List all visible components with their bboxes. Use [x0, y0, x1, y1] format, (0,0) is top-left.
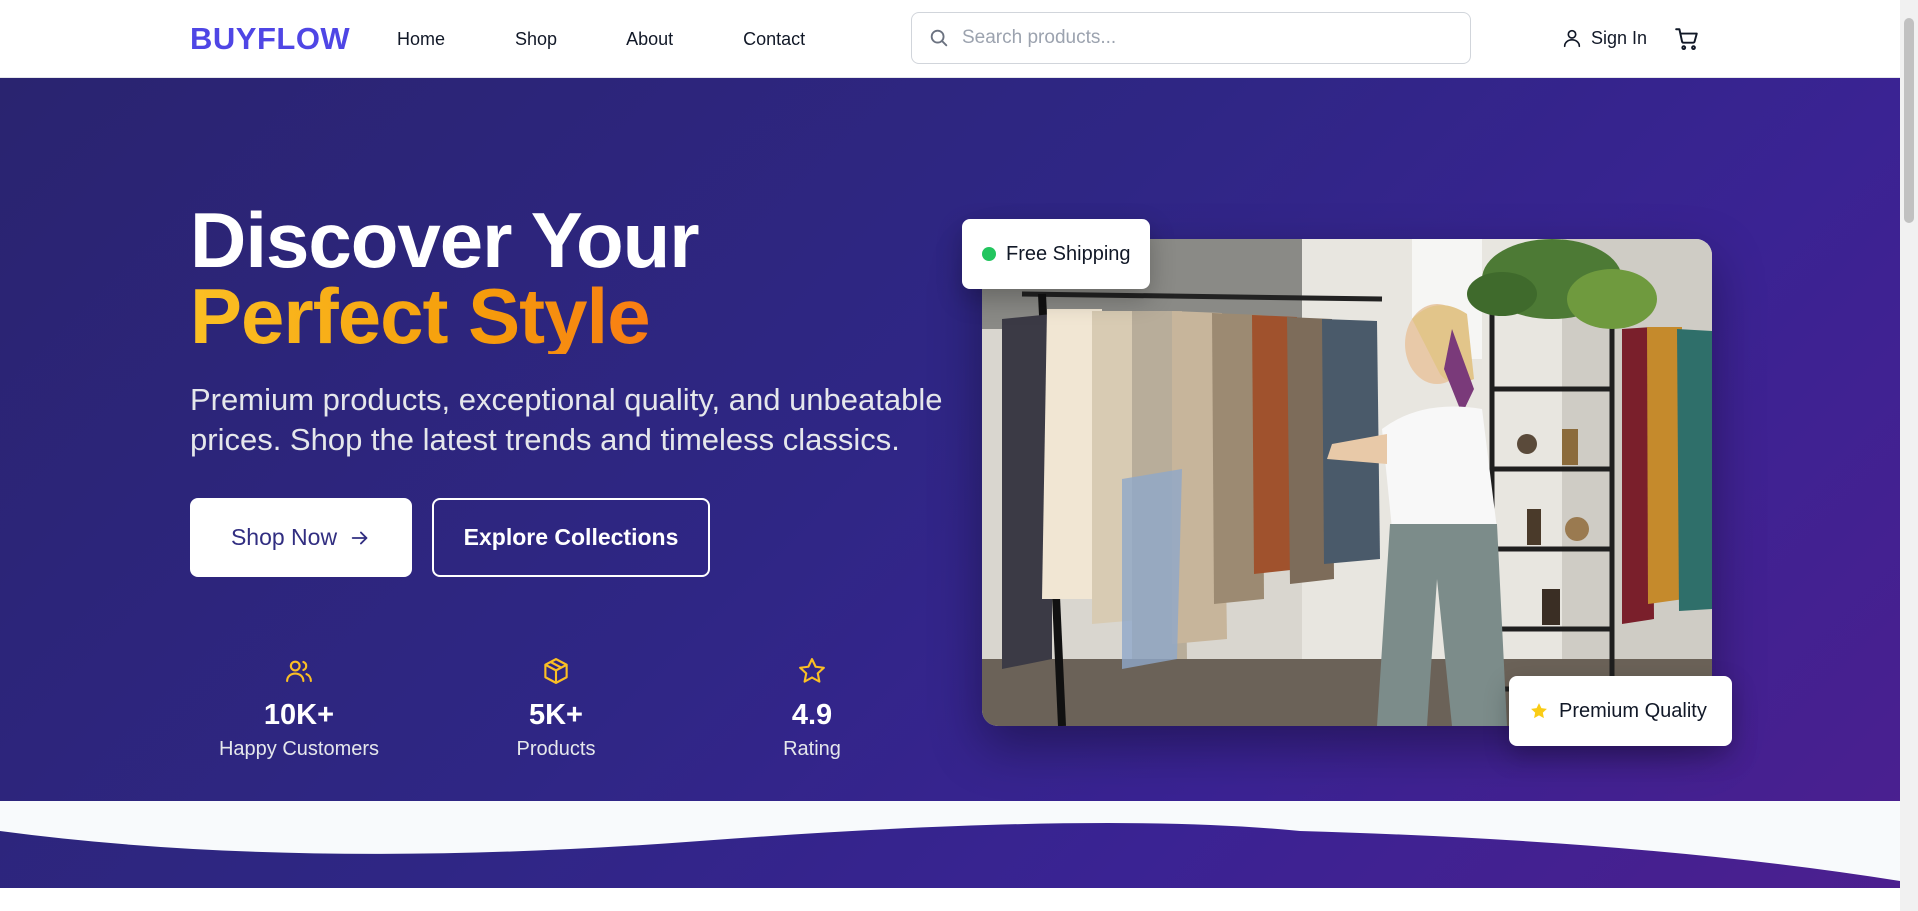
scrollbar-thumb[interactable] [1904, 18, 1914, 223]
brand-logo[interactable]: BUYFLOW [190, 21, 350, 57]
free-shipping-badge: Free Shipping [962, 219, 1150, 289]
cart-icon[interactable] [1674, 26, 1700, 52]
premium-quality-badge: Premium Quality [1509, 676, 1732, 746]
stat-value: 4.9 [791, 699, 833, 731]
stat-rating: 4.9 Rating [702, 656, 922, 761]
sign-in-label: Sign In [1591, 27, 1648, 48]
hero-title: Discover Your Perfect Style [190, 201, 700, 355]
hero-section: Discover Your Perfect Style Premium prod… [0, 78, 1900, 911]
nav-home[interactable]: Home [397, 29, 445, 50]
explore-collections-label: Explore Collections [463, 524, 679, 550]
sign-in-link[interactable]: Sign In [1561, 27, 1647, 49]
hero-title-line1: Discover Your [190, 196, 700, 284]
star-filled-icon [1531, 703, 1547, 719]
search-icon [930, 29, 948, 47]
main-nav: Home Shop About Contact [397, 29, 875, 50]
site-header: BUYFLOW Home Shop About Contact Sign In [0, 0, 1900, 78]
next-section-edge [0, 888, 1900, 911]
hero-title-line2: Perfect Style [190, 277, 699, 355]
stat-label: Products [516, 738, 596, 760]
nav-about[interactable]: About [626, 29, 673, 50]
stat-label: Rating [783, 738, 841, 760]
hero-subtitle: Premium products, exceptional quality, a… [190, 382, 943, 457]
nav-contact[interactable]: Contact [743, 29, 805, 50]
star-icon [799, 658, 825, 683]
user-icon [1563, 29, 1581, 48]
stat-value: 5K+ [528, 699, 583, 731]
shop-now-button[interactable]: Shop Now [190, 498, 412, 577]
explore-collections-button[interactable]: Explore Collections [432, 498, 710, 577]
stat-value: 10K+ [263, 699, 335, 731]
stat-customers: 10K+ Happy Customers [189, 656, 409, 761]
stat-label: Happy Customers [218, 738, 380, 760]
box-icon [544, 658, 568, 684]
arrow-right-icon [351, 531, 368, 544]
search-bar[interactable] [911, 12, 1471, 64]
status-dot-icon [982, 247, 996, 261]
shop-now-label: Shop Now [230, 524, 338, 550]
stat-products: 5K+ Products [446, 656, 666, 761]
users-icon [286, 660, 312, 683]
page-scrollbar[interactable] [1900, 0, 1918, 911]
hero-product-image [982, 239, 1712, 726]
premium-quality-label: Premium Quality [1559, 699, 1707, 722]
search-input[interactable] [962, 21, 1457, 55]
free-shipping-label: Free Shipping [1006, 242, 1131, 265]
nav-shop[interactable]: Shop [515, 29, 557, 50]
